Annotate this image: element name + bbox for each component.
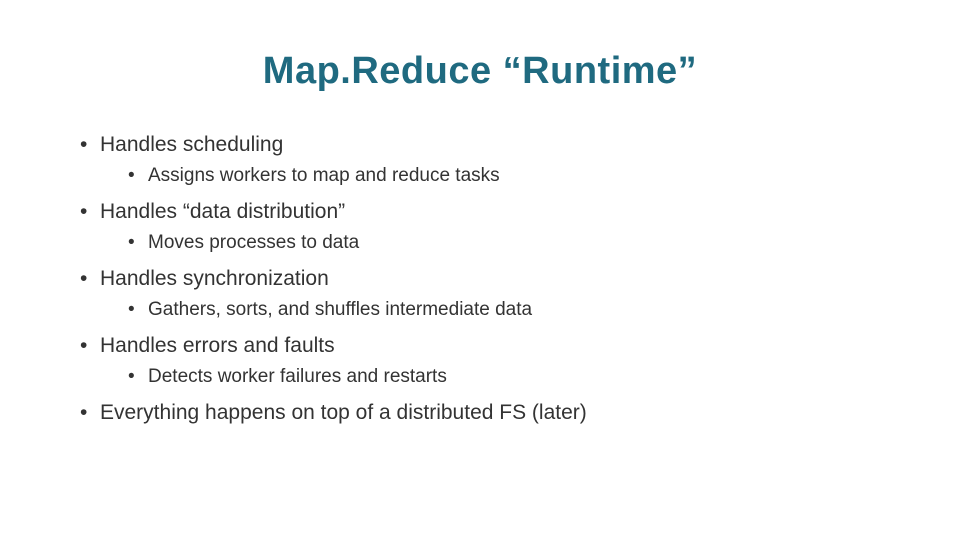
sub-list: Detects worker failures and restarts — [100, 364, 900, 391]
bullet-text: Handles errors and faults — [100, 334, 335, 357]
sub-list-item: Assigns workers to map and reduce tasks — [128, 163, 900, 190]
bullet-list: Handles scheduling Assigns workers to ma… — [60, 131, 900, 427]
sub-list-item: Detects worker failures and restarts — [128, 364, 900, 391]
sub-list-item: Gathers, sorts, and shuffles intermediat… — [128, 297, 900, 324]
list-item: Everything happens on top of a distribut… — [80, 399, 900, 427]
sub-list-item: Moves processes to data — [128, 230, 900, 257]
bullet-text: Handles “data distribution” — [100, 200, 345, 223]
sub-list: Assigns workers to map and reduce tasks — [100, 163, 900, 190]
bullet-text: Handles synchronization — [100, 267, 329, 290]
list-item: Handles synchronization Gathers, sorts, … — [80, 265, 900, 324]
bullet-text: Handles scheduling — [100, 133, 283, 156]
slide-title: Map.Reduce “Runtime” — [60, 50, 900, 93]
list-item: Handles scheduling Assigns workers to ma… — [80, 131, 900, 190]
slide: Map.Reduce “Runtime” Handles scheduling … — [0, 0, 960, 540]
sub-list: Moves processes to data — [100, 230, 900, 257]
bullet-text: Everything happens on top of a distribut… — [100, 401, 587, 424]
list-item: Handles “data distribution” Moves proces… — [80, 198, 900, 257]
sub-list: Gathers, sorts, and shuffles intermediat… — [100, 297, 900, 324]
list-item: Handles errors and faults Detects worker… — [80, 332, 900, 391]
